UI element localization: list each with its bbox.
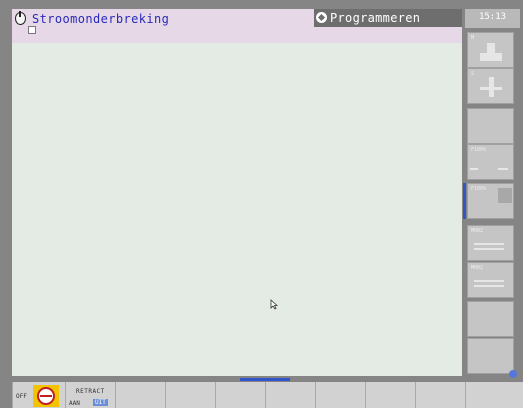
softkey-right-2[interactable]: S (467, 68, 514, 104)
clock: 15:13 (465, 9, 520, 28)
scroll-icon[interactable] (509, 370, 517, 378)
softkey-right-8[interactable] (467, 301, 514, 337)
program-area[interactable] (12, 43, 462, 376)
softkey-off-label: OFF (16, 393, 27, 400)
softkey-right-5-label: F100% (471, 186, 487, 192)
power-icon (15, 11, 26, 25)
softkey-right-6[interactable]: M002 (467, 225, 514, 261)
switch-line-3 (474, 280, 504, 282)
spindle-icon (480, 43, 502, 61)
softkey-right-9[interactable] (467, 338, 514, 374)
feed-on-indicator (498, 168, 508, 170)
softkey-right-1-label: M (471, 35, 475, 41)
softkey-right-7-label: M002 (471, 265, 484, 271)
switch-line-4 (474, 285, 504, 287)
control-screen: Stroomonderbreking Programmeren 15:13 M … (0, 0, 523, 408)
softkey-bottom-6[interactable] (265, 382, 315, 408)
softkey-right-7[interactable]: M002 (467, 262, 514, 298)
retract-icon (33, 385, 59, 407)
retract-title: RETRACT (76, 388, 105, 395)
softkey-right-1[interactable]: M (467, 32, 514, 68)
softkey-bottom-10[interactable] (465, 382, 523, 408)
feed-off-indicator (470, 168, 478, 170)
softkey-bottom-3[interactable] (115, 382, 165, 408)
softkey-right-4-label: F100% (471, 147, 487, 153)
page-title: Stroomonderbreking (32, 12, 170, 26)
switch-line-2 (474, 248, 504, 250)
softkey-bottom-4[interactable] (165, 382, 215, 408)
retract-off-option: UIT (93, 399, 108, 406)
feed-block-icon (498, 188, 512, 203)
tool-icon (480, 77, 502, 97)
status-icon (28, 26, 36, 34)
softkey-bottom-5[interactable] (215, 382, 265, 408)
softkey-bottom-9[interactable] (415, 382, 465, 408)
softkey-right-3[interactable] (467, 108, 514, 144)
softkey-bottom-8[interactable] (365, 382, 415, 408)
edit-mode-icon (316, 12, 327, 23)
switch-line-1 (474, 243, 504, 245)
active-softkey-marker (463, 183, 466, 219)
softkey-row-indicator (240, 378, 290, 381)
softkey-right-2-label: S (471, 71, 475, 77)
mode-title: Programmeren (330, 11, 421, 25)
mouse-cursor-icon (270, 299, 278, 310)
softkey-right-4[interactable]: F100% (467, 144, 514, 180)
softkey-bottom-7[interactable] (315, 382, 365, 408)
retract-on-option: AAN (69, 400, 80, 407)
softkey-right-5[interactable]: F100% (467, 183, 514, 219)
softkey-right-6-label: M002 (471, 228, 484, 234)
